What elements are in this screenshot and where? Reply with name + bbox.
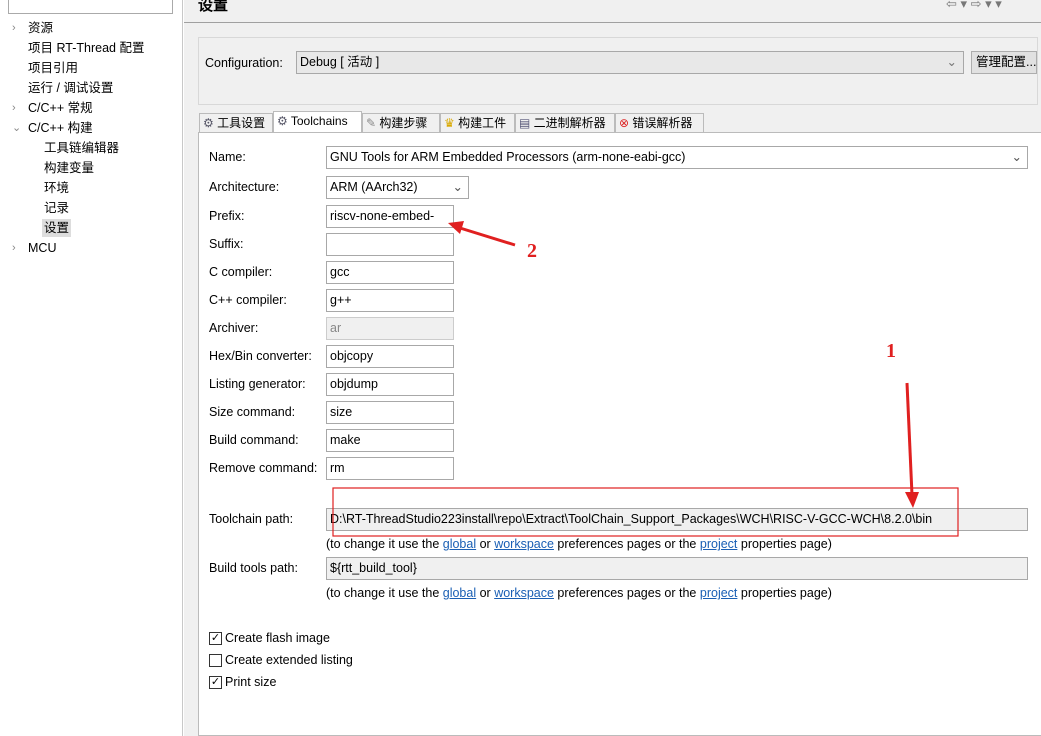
highlight-rectangle — [332, 487, 959, 537]
annotation-layer — [332, 221, 959, 537]
arrow-1 — [905, 382, 919, 508]
arrow-2 — [448, 221, 516, 247]
annotation-number-1: 1 — [886, 340, 896, 362]
annotation-number-2: 2 — [527, 240, 537, 262]
